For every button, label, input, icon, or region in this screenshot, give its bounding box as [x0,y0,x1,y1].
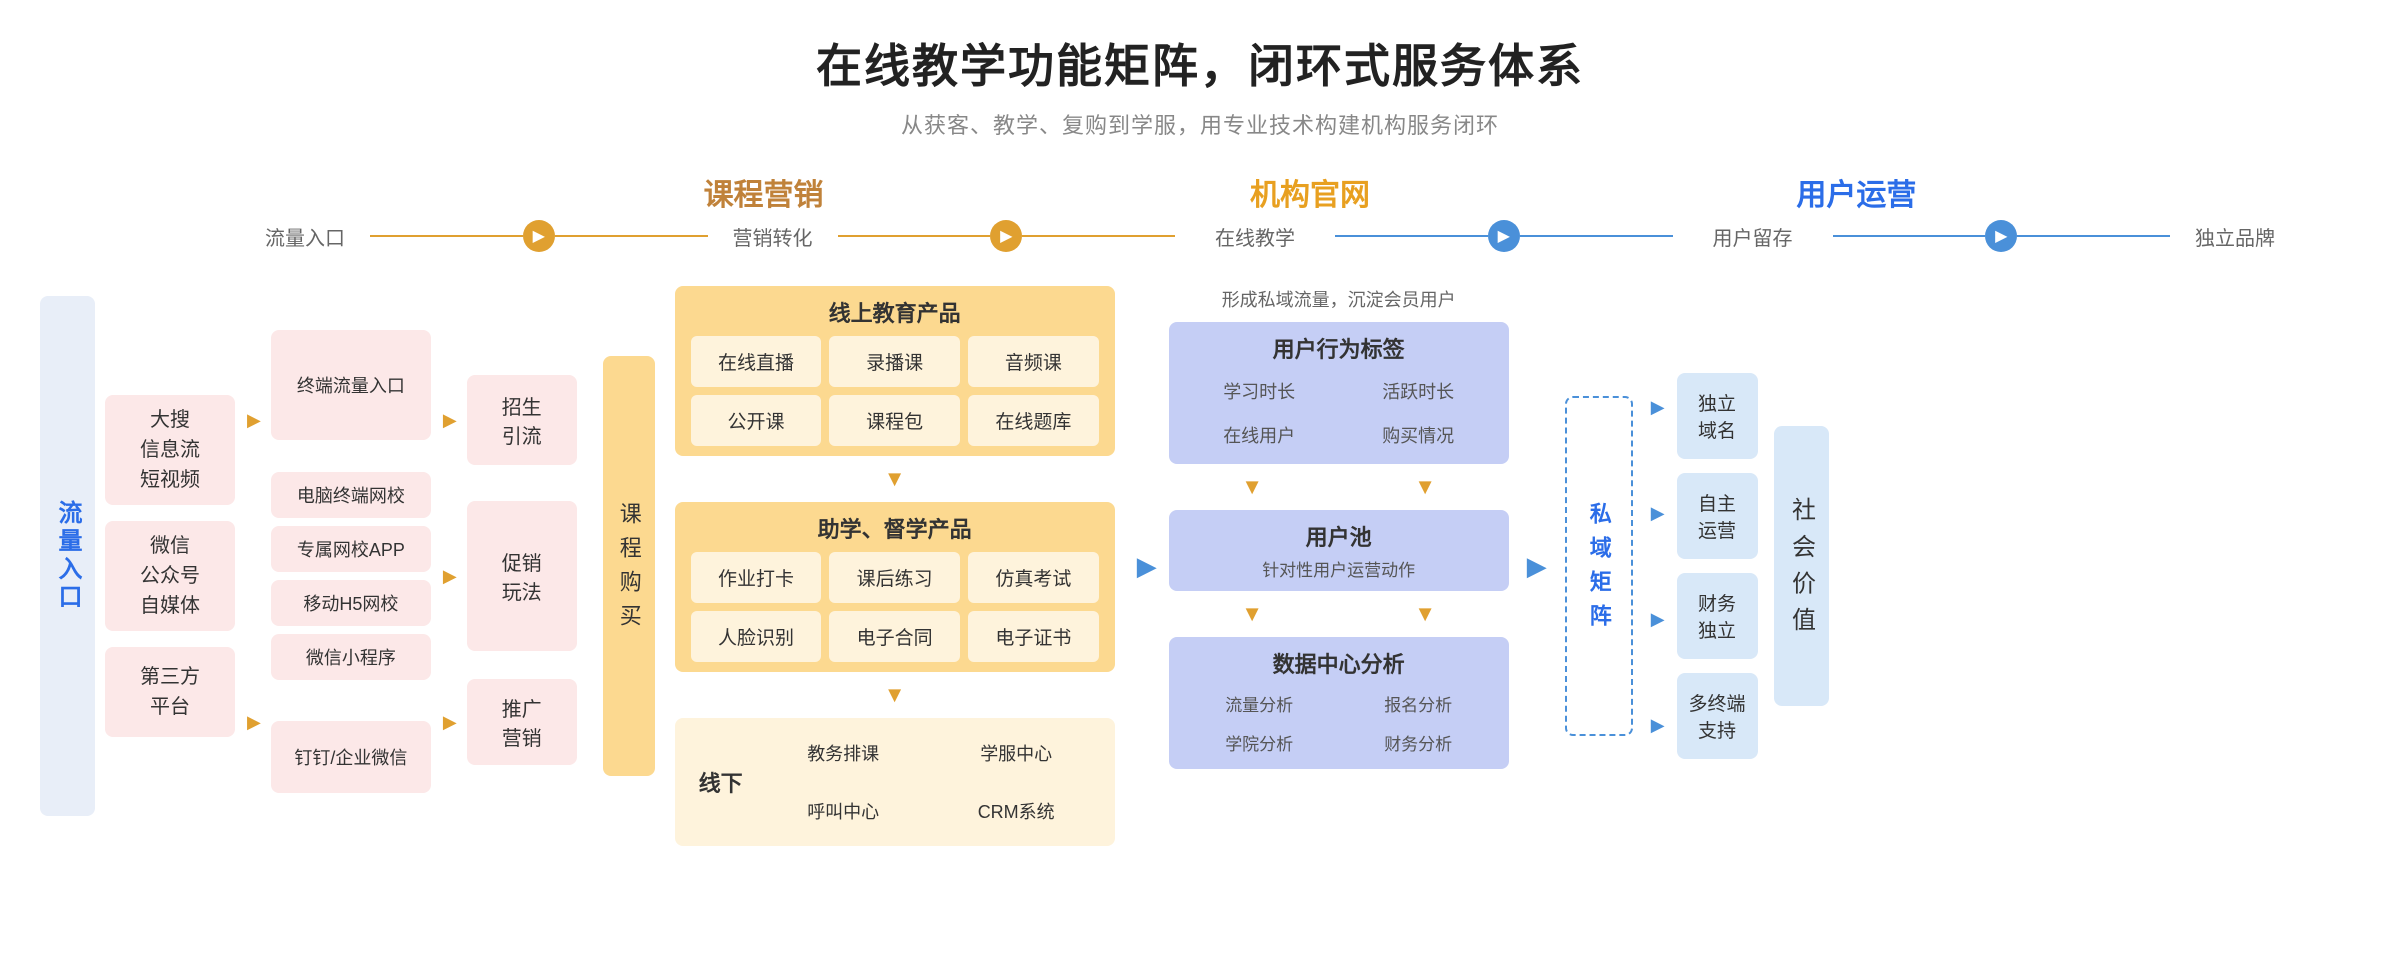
left-entry-box: 流量入口 [40,296,95,816]
sup-item-3: 人脸识别 [691,611,822,662]
ot-item-5: 在线题库 [968,395,1099,446]
offline-item-3: CRM系统 [934,786,1099,836]
arrow-to-retention: ▶ [1137,551,1157,581]
page-title: 在线教学功能矩阵，闭环式服务体系 [40,30,2360,96]
main-diagram: 流量入口 大搜 信息流 短视频 微信 公众号 自媒体 第三方 平台 ▶ ▶ [40,266,2360,846]
arrow-mkt-3: ▶ [443,712,457,733]
arrow-traffic-1: ▶ [247,410,261,431]
category-website: 机构官网 [1250,179,1370,212]
arrow-brand-2: ▶ [1651,503,1665,524]
arrow-traffic-3: ▶ [247,712,261,733]
social-value-box: 社 会 价 值 [1774,426,1829,706]
flow-stage-marketing: 营销转化 [733,228,813,250]
private-domain-box: 私 域 矩 阵 [1565,396,1633,736]
flow-stage-retention: 用户留存 [1713,228,1793,250]
brand-item-2: 财务 独立 [1677,573,1758,659]
arrow-brand-3: ▶ [1651,609,1665,630]
online-edu-header: 线上教育产品 [691,296,1099,328]
offline-item-1: 学服中心 [934,728,1099,778]
flow-stage-traffic: 流量入口 [265,228,345,250]
user-pool-sub: 针对性用户运营动作 [1183,556,1495,581]
category-marketing: 课程营销 [704,179,824,212]
data-item-2: 学院分析 [1183,726,1336,759]
arrow-pool-2: ▼ [1342,601,1509,627]
behavior-item-2: 在线用户 [1183,416,1336,454]
brand-item-1: 自主 运营 [1677,473,1758,559]
brand-item-3: 多终端 支持 [1677,673,1758,759]
user-pool-title: 用户池 [1183,520,1495,552]
brand-item-0: 独立 域名 [1677,373,1758,459]
flow-arrow-4: ▶ [1985,220,2017,252]
marketing-item-4: 微信小程序 [271,634,431,680]
arrow-mkt-1: ▶ [443,410,457,431]
flow-arrow-1: ▶ [523,220,555,252]
conversion-item-1: 招生 引流 [467,375,577,465]
purchase-box: 课 程 购 买 [603,356,655,776]
marketing-item-3: 移动H5网校 [271,580,431,626]
traffic-source-1: 大搜 信息流 短视频 [105,395,235,505]
behavior-item-1: 活跃时长 [1342,372,1495,410]
sup-item-2: 仿真考试 [968,552,1099,603]
category-user-ops: 用户运营 [1796,179,1916,212]
marketing-item-1: 电脑终端网校 [271,472,431,518]
flow-stage-online: 在线教学 [1215,228,1295,250]
ot-item-1: 录播课 [829,336,960,387]
header: 在线教学功能矩阵，闭环式服务体系 从获客、教学、复购到学服，用专业技术构建机构服… [40,30,2360,140]
sup-item-4: 电子合同 [829,611,960,662]
supervision-header: 助学、督学产品 [691,512,1099,544]
behavior-header: 用户行为标签 [1183,332,1495,364]
behavior-item-3: 购买情况 [1342,416,1495,454]
traffic-source-2: 微信 公众号 自媒体 [105,521,235,631]
data-analysis-header: 数据中心分析 [1183,647,1495,679]
data-item-1: 报名分析 [1342,687,1495,720]
data-item-0: 流量分析 [1183,687,1336,720]
arrow-down-2: ▼ [675,682,1115,708]
arrow-down-1: ▼ [675,466,1115,492]
ot-item-3: 公开课 [691,395,822,446]
offline-label: 线下 [691,766,751,798]
flow-arrow-2: ▶ [990,220,1022,252]
data-item-3: 财务分析 [1342,726,1495,759]
traffic-source-3: 第三方 平台 [105,647,235,737]
page-subtitle: 从获客、教学、复购到学服，用专业技术构建机构服务闭环 [40,108,2360,140]
offline-item-2: 呼叫中心 [761,786,926,836]
arrow-behavior-2: ▼ [1342,474,1509,500]
conversion-item-2: 促销 玩法 [467,501,577,651]
ot-item-0: 在线直播 [691,336,822,387]
sup-item-5: 电子证书 [968,611,1099,662]
arrow-pool-1: ▼ [1169,601,1336,627]
ot-item-4: 课程包 [829,395,960,446]
marketing-item-5: 钉钉/企业微信 [271,721,431,793]
behavior-item-0: 学习时长 [1183,372,1336,410]
conversion-item-3: 推广 营销 [467,679,577,765]
ot-item-2: 音频课 [968,336,1099,387]
flow-arrow-3: ▶ [1488,220,1520,252]
arrow-brand-1: ▶ [1651,397,1665,418]
sup-item-1: 课后练习 [829,552,960,603]
retention-intro: 形成私域流量，沉淀会员用户 [1169,286,1509,312]
offline-item-0: 教务排课 [761,728,926,778]
marketing-item-2: 专属网校APP [271,526,431,572]
marketing-item-0: 终端流量入口 [271,330,431,440]
arrow-to-private: ▶ [1527,551,1547,581]
arrow-brand-4: ▶ [1651,715,1665,736]
page-container: 在线教学功能矩阵，闭环式服务体系 从获客、教学、复购到学服，用专业技术构建机构服… [0,0,2400,974]
flow-stage-brand: 独立品牌 [2195,228,2275,250]
arrow-mkt-2: ▶ [443,566,457,587]
arrow-behavior-1: ▼ [1169,474,1336,500]
sup-item-0: 作业打卡 [691,552,822,603]
